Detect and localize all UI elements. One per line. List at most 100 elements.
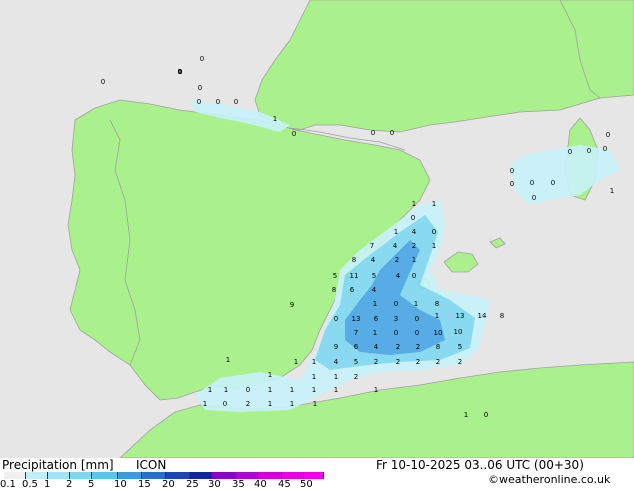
precip-value: 0 (394, 300, 398, 308)
precip-value: 0 (603, 145, 607, 153)
precip-value: 6 (350, 286, 355, 294)
precip-value: 1 (178, 68, 182, 76)
credit-label: ©weatheronline.co.uk (488, 473, 611, 486)
precip-value: 0 (216, 98, 220, 106)
precip-value: 0 (292, 130, 296, 138)
precip-value: 1 (334, 386, 338, 394)
precip-value: 2 (412, 242, 416, 250)
datetime-label: Fr 10-10-2025 03..06 UTC (00+30) (376, 458, 584, 472)
precip-sardinia (510, 145, 620, 205)
precip-value: 2 (396, 358, 400, 366)
precip-value: 1 (312, 386, 316, 394)
precip-value: 1 (334, 373, 338, 381)
precip-value: 1 (268, 400, 272, 408)
precip-value: 7 (354, 329, 358, 337)
precip-value: 0 (606, 131, 610, 139)
precip-value: 4 (374, 343, 379, 351)
precip-value: 14 (478, 312, 487, 320)
colorbar-tick-label: 15 (138, 479, 151, 490)
precip-value: 9 (334, 343, 338, 351)
precip-value: 1 (312, 373, 316, 381)
colorbar-swatch (212, 472, 236, 479)
precip-value: 1 (290, 400, 294, 408)
precip-value: 6 (374, 315, 379, 323)
precip-value: 13 (456, 312, 465, 320)
precip-value: 2 (458, 358, 462, 366)
precip-value: 0 (415, 315, 419, 323)
precip-value: 1 (432, 242, 436, 250)
precip-value: 0 (197, 98, 201, 106)
legend-bar: Precipitation [mm] ICON Fr 10-10-2025 03… (0, 458, 634, 490)
precip-value: 1 (432, 200, 436, 208)
colorbar-swatch (70, 472, 92, 479)
precip-value: 0 (246, 386, 250, 394)
precip-value: 4 (396, 272, 401, 280)
precip-value: 1 (312, 358, 316, 366)
precip-value: 9 (290, 301, 294, 309)
map-title: Precipitation [mm] (2, 458, 114, 472)
precip-value: 1 (610, 187, 614, 195)
precip-value: 1 (394, 228, 398, 236)
precip-value: 5 (458, 343, 462, 351)
colorbar-tick-label: 1 (44, 479, 51, 490)
precip-value: 1 (208, 386, 212, 394)
precip-value: 2 (246, 400, 250, 408)
colorbar-swatch (92, 472, 118, 479)
precip-value: 0 (334, 315, 338, 323)
precip-value: 1 (224, 386, 228, 394)
precip-value: 4 (412, 228, 417, 236)
precip-value: 0 (587, 147, 591, 155)
precip-value: 2 (395, 256, 399, 264)
precip-value: 2 (416, 358, 420, 366)
colorbar-swatch (304, 472, 324, 479)
colorbar-tick-label: 2 (66, 479, 73, 490)
precip-value: 0 (394, 329, 398, 337)
colorbar-tick-label: 25 (186, 479, 199, 490)
precip-value: 2 (416, 343, 420, 351)
precip-value: 0 (198, 84, 202, 92)
colorbar-swatch (258, 472, 282, 479)
colorbar-tick-label: 20 (162, 479, 175, 490)
precip-value: 0 (101, 78, 105, 86)
precip-value: 1 (373, 329, 377, 337)
precip-value: 4 (372, 286, 377, 294)
colorbar-swatch (48, 472, 70, 479)
precip-value: 1 (273, 115, 277, 123)
precip-value: 0 (432, 228, 436, 236)
land-france (254, 0, 634, 133)
precip-value: 1 (313, 400, 317, 408)
precip-value: 0 (551, 179, 555, 187)
map-svg: 0000 0 00010 0 000 0100 0 001 1041 04 2 178 4 2 15 11 5 4… (67, 0, 634, 458)
precip-value: 2 (374, 358, 378, 366)
precip-value: 0 (415, 329, 419, 337)
precip-value: 8 (332, 286, 336, 294)
colorbar-swatch (26, 472, 48, 479)
precip-value: 0 (390, 129, 394, 137)
colorbar-tick-label: 10 (114, 479, 127, 490)
colorbar-swatch (142, 472, 166, 479)
colorbar-swatch (236, 472, 258, 479)
precip-value: 1 (374, 386, 378, 394)
precip-value: 10 (434, 329, 443, 337)
precip-value: 0 (568, 148, 572, 156)
precip-value: 1 (412, 200, 416, 208)
precip-value: 2 (396, 343, 400, 351)
precip-value: 8 (436, 343, 440, 351)
precip-value: 5 (372, 272, 376, 280)
precip-value: 6 (354, 343, 359, 351)
colorbar-swatch (282, 472, 304, 479)
precip-value: 0 (223, 400, 227, 408)
land-menorca (489, 237, 506, 249)
precip-value: 4 (334, 358, 339, 366)
precip-value: 4 (393, 242, 398, 250)
precip-value: 1 (268, 371, 272, 379)
precip-value: 1 (290, 386, 294, 394)
colorbar-swatch (166, 472, 190, 479)
precip-value: 0 (200, 55, 204, 63)
colorbar-swatch (190, 472, 212, 479)
precip-value: 13 (352, 315, 361, 323)
land-mallorca (443, 251, 479, 273)
precip-value: 3 (394, 315, 398, 323)
precip-value: 2 (354, 373, 358, 381)
colorbar-tick-label: 5 (88, 479, 95, 490)
